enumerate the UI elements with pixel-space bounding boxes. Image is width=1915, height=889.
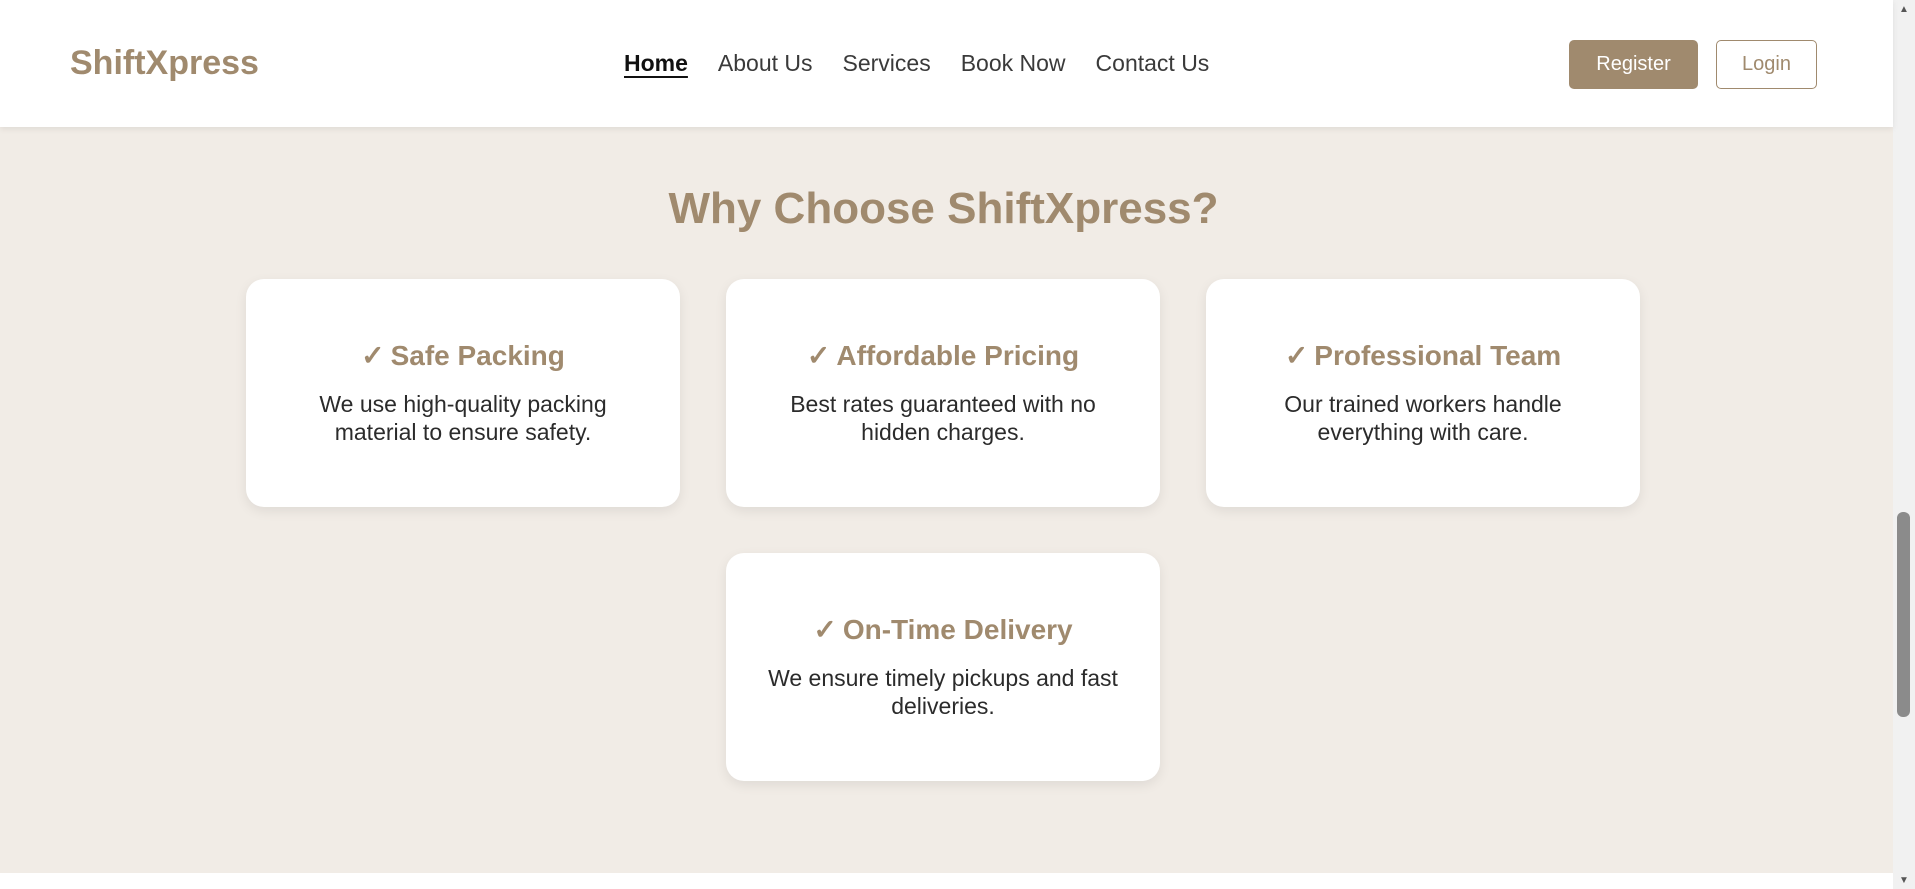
scroll-up-arrow-icon[interactable]: ▲ [1893, 0, 1915, 18]
login-button[interactable]: Login [1716, 40, 1817, 89]
vertical-scrollbar[interactable]: ▲ ▼ [1893, 0, 1915, 889]
card-description: We use high-quality packing material to … [319, 391, 607, 445]
checkmark-icon: ✓ [361, 340, 385, 371]
feature-card-on-time-delivery: ✓ On-Time Delivery We ensure timely picku… [726, 553, 1160, 781]
card-title-text: On-Time Delivery [842, 614, 1073, 645]
brand-logo[interactable]: ShiftXpress [70, 44, 259, 83]
checkmark-icon: ✓ [806, 340, 831, 371]
next-section-edge [0, 873, 1893, 889]
page: ShiftXpress Home About Us Services Book … [0, 0, 1893, 889]
nav-link-services[interactable]: Services [843, 50, 931, 77]
card-title: ✓ Professional Team [1236, 339, 1610, 372]
checkmark-icon: ✓ [813, 614, 837, 645]
nav-links: Home About Us Services Book Now Contact … [624, 50, 1209, 77]
navbar: ShiftXpress Home About Us Services Book … [0, 0, 1893, 127]
nav-link-about-us[interactable]: About Us [718, 50, 813, 77]
register-button[interactable]: Register [1569, 40, 1698, 89]
nav-link-home[interactable]: Home [624, 50, 688, 77]
scrollbar-thumb[interactable] [1897, 512, 1910, 717]
card-title: ✓ On-Time Delivery [756, 613, 1130, 646]
section-title: Why Choose ShiftXpress? [668, 184, 1219, 233]
nav-link-book-now[interactable]: Book Now [961, 50, 1066, 77]
card-description: We ensure timely pickups and fast delive… [768, 665, 1118, 719]
card-description: Best rates guaranteed with no hidden cha… [790, 391, 1096, 445]
card-title: ✓ Affordable Pricing [756, 339, 1130, 372]
scroll-down-arrow-icon[interactable]: ▼ [1893, 871, 1915, 889]
card-title-text: Affordable Pricing [836, 340, 1080, 371]
card-title-text: Safe Packing [390, 340, 565, 371]
feature-card-safe-packing: ✓ Safe Packing We use high-quality packin… [246, 279, 680, 507]
checkmark-icon: ✓ [1284, 340, 1309, 371]
card-title: ✓ Safe Packing [276, 339, 650, 372]
card-title-text: Professional Team [1314, 340, 1562, 371]
feature-card-affordable-pricing: ✓ Affordable Pricing Best rates guarantee… [726, 279, 1160, 507]
card-description: Our trained workers handle everything wi… [1284, 391, 1562, 445]
nav-link-contact-us[interactable]: Contact Us [1096, 50, 1210, 77]
feature-card-professional-team: ✓ Professional Team Our trained workers h… [1206, 279, 1640, 507]
